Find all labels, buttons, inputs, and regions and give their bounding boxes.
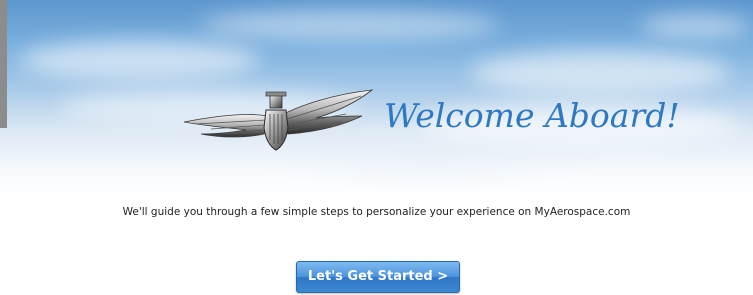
get-started-button[interactable]: Let's Get Started >	[296, 261, 460, 293]
intro-message: We'll guide you through a few simple ste…	[122, 206, 631, 218]
sky-cloud	[20, 40, 260, 80]
sky-cloud	[200, 10, 500, 40]
sky-cloud	[640, 15, 750, 37]
pilot-wings-icon	[183, 89, 374, 151]
welcome-heading: Welcome Aboard!	[384, 96, 680, 135]
sky-cloud	[470, 50, 730, 95]
welcome-banner: Welcome Aboard! We'll guide you through …	[0, 0, 753, 295]
side-edge-bar	[0, 0, 7, 128]
